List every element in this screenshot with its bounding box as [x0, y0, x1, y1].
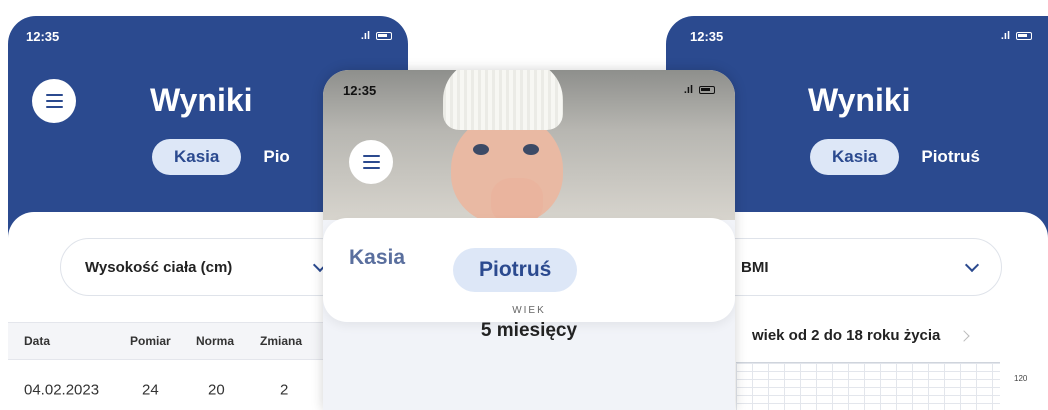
- col-change: Zmiana: [260, 334, 303, 348]
- battery-icon: [699, 86, 715, 94]
- chevron-right-icon[interactable]: [958, 329, 971, 342]
- status-bar: 12:35 .ıl: [26, 26, 392, 46]
- signal-icon: .ıl: [360, 30, 370, 42]
- menu-button[interactable]: [32, 79, 76, 123]
- tab-kasia[interactable]: Kasia: [152, 139, 242, 175]
- baby-hat: [443, 70, 563, 130]
- tab-piotrus[interactable]: Pio: [263, 139, 311, 175]
- status-bar: 12:35 .ıl: [343, 80, 715, 100]
- age-value: 5 miesięcy: [480, 320, 578, 341]
- signal-icon: .ıl: [683, 84, 693, 96]
- status-bar: 12:35 .ıl: [690, 26, 1032, 46]
- tab-piotrus[interactable]: Piotruś: [921, 139, 1002, 175]
- menu-icon: [45, 94, 63, 96]
- baby-hand: [491, 178, 543, 220]
- chevron-down-icon: [964, 257, 980, 272]
- battery-icon: [376, 32, 392, 40]
- tab-kasia[interactable]: Kasia: [810, 139, 900, 175]
- measure-select-value: Wysokość ciała (cm): [85, 258, 233, 276]
- bmi-chart-grid: [736, 362, 1000, 410]
- page-title: Wyniki: [808, 82, 911, 118]
- page-title: Wyniki: [150, 82, 253, 118]
- signal-icon: .ıl: [1000, 30, 1010, 42]
- menu-icon: [362, 155, 380, 157]
- status-time: 12:35: [690, 28, 724, 44]
- status-time: 12:35: [26, 28, 60, 44]
- age-range-selector[interactable]: wiek od 2 do 18 roku życia: [752, 327, 971, 344]
- chart-axis-tick: 120: [1014, 374, 1028, 383]
- age-label: WIEK: [512, 305, 546, 316]
- menu-button[interactable]: [349, 140, 393, 184]
- row-norm: 20: [208, 381, 225, 399]
- child-tabs: Kasia Piotruś: [810, 139, 1002, 175]
- tab-piotrus[interactable]: Piotruś: [453, 248, 578, 292]
- age-range-label: wiek od 2 do 18 roku życia: [752, 327, 941, 344]
- battery-icon: [1016, 32, 1032, 40]
- status-indicators: .ıl: [684, 84, 715, 96]
- col-measurement: Pomiar: [130, 334, 171, 348]
- measure-select[interactable]: BMI: [706, 238, 1002, 296]
- measure-select[interactable]: Wysokość ciała (cm): [60, 238, 350, 296]
- row-measurement: 24: [142, 381, 159, 399]
- child-tabs: Kasia Pio: [152, 139, 312, 175]
- row-change: 2: [280, 381, 289, 399]
- row-date: 04.02.2023: [24, 381, 100, 399]
- phone-child-profile: 12:35 .ıl Kasia Piotruś WIEK 5 miesięcy: [323, 70, 735, 410]
- status-time: 12:35: [343, 82, 377, 98]
- status-indicators: .ıl: [1001, 30, 1032, 42]
- col-date: Data: [24, 334, 51, 348]
- tab-kasia[interactable]: Kasia: [349, 246, 405, 270]
- col-norm: Norma: [196, 334, 235, 348]
- measure-select-value: BMI: [741, 258, 769, 276]
- status-indicators: .ıl: [361, 30, 392, 42]
